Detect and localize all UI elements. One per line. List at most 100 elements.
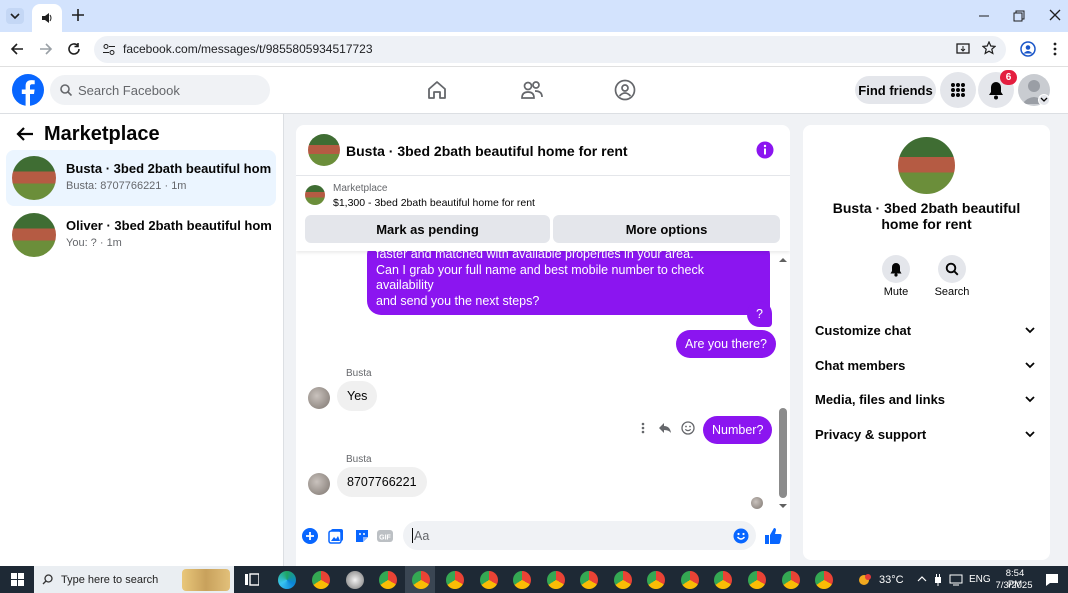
info-icon[interactable] xyxy=(756,141,774,159)
chrome-icon[interactable] xyxy=(480,571,498,589)
search-chat-icon[interactable] xyxy=(938,255,966,283)
listing-thumbnail xyxy=(12,156,56,200)
chrome-icon[interactable] xyxy=(412,571,430,589)
listing-mini-thumbnail xyxy=(305,185,325,205)
close-window-icon[interactable] xyxy=(1049,9,1061,21)
profile-icon[interactable] xyxy=(1020,41,1036,57)
media-files-links-section[interactable]: Media, files and links xyxy=(815,392,1037,412)
chrome-icon[interactable] xyxy=(547,571,565,589)
photo-icon[interactable] xyxy=(328,528,344,544)
chat-avatar[interactable] xyxy=(308,134,340,166)
more-actions-icon[interactable] xyxy=(641,422,645,434)
account-chevron-down-icon[interactable] xyxy=(1038,94,1050,106)
sticker-icon[interactable] xyxy=(354,528,370,544)
site-settings-icon[interactable] xyxy=(102,43,116,56)
chrome-icon[interactable] xyxy=(647,571,665,589)
chrome-icon[interactable] xyxy=(446,571,464,589)
chrome-icon[interactable] xyxy=(614,571,632,589)
sender-avatar[interactable] xyxy=(308,473,330,495)
chrome-icon[interactable] xyxy=(513,571,531,589)
home-icon[interactable] xyxy=(427,80,447,100)
reply-icon[interactable] xyxy=(658,422,672,434)
emoji-icon[interactable] xyxy=(733,528,749,544)
mark-as-pending-button[interactable]: Mark as pending xyxy=(305,215,550,243)
reload-icon[interactable] xyxy=(67,42,81,56)
tab-search-icon[interactable] xyxy=(6,8,24,24)
text-cursor xyxy=(412,528,413,543)
outgoing-message[interactable]: ? xyxy=(747,301,772,327)
chrome-icon[interactable] xyxy=(681,571,699,589)
tray-chevron-up-icon[interactable] xyxy=(917,575,927,582)
taskbar-search-placeholder: Type here to search xyxy=(61,574,159,586)
listing-thumbnail xyxy=(12,213,56,257)
message-scrollbar[interactable] xyxy=(776,253,790,515)
facebook-logo-icon[interactable] xyxy=(12,74,44,106)
power-plug-icon[interactable] xyxy=(933,573,943,586)
chat-title[interactable]: Busta · 3bed 2bath beautiful home for re… xyxy=(346,143,628,159)
active-tab[interactable] xyxy=(32,4,62,32)
more-options-button[interactable]: More options xyxy=(553,215,780,243)
listing-banner: Marketplace $1,300 - 3bed 2bath beautifu… xyxy=(296,176,790,251)
react-emoji-icon[interactable] xyxy=(681,421,695,435)
chrome-icon[interactable] xyxy=(714,571,732,589)
language-indicator[interactable]: ENG xyxy=(969,574,991,585)
menu-grid-icon[interactable] xyxy=(940,72,976,108)
notifications-center-icon[interactable] xyxy=(1045,573,1059,586)
clock-date[interactable]: 7/3/2025 xyxy=(994,580,1034,591)
facebook-search-input[interactable]: Search Facebook xyxy=(50,75,270,105)
find-friends-button[interactable]: Find friends xyxy=(855,76,936,104)
restore-icon[interactable] xyxy=(1013,10,1025,22)
incoming-message[interactable]: 8707766221 xyxy=(337,467,427,497)
outgoing-message[interactable]: faster and matched with available proper… xyxy=(367,251,770,315)
taskbar-search-box[interactable]: Type here to search xyxy=(34,566,234,593)
sender-avatar[interactable] xyxy=(308,387,330,409)
address-bar-row: facebook.com/messages/t/9855805934517723 xyxy=(0,32,1068,67)
mute-bell-icon[interactable] xyxy=(882,255,910,283)
chrome-icon[interactable] xyxy=(580,571,598,589)
task-view-icon[interactable] xyxy=(245,573,259,586)
privacy-support-section[interactable]: Privacy & support xyxy=(815,427,1037,447)
back-icon[interactable] xyxy=(10,42,24,56)
windows-start-icon[interactable] xyxy=(11,573,24,586)
outgoing-message[interactable]: Are you there? xyxy=(676,330,776,358)
gif-icon[interactable]: GIF xyxy=(376,528,394,544)
chrome-icon[interactable] xyxy=(815,571,833,589)
customize-chat-section[interactable]: Customize chat xyxy=(815,323,1037,343)
minimize-icon[interactable] xyxy=(978,10,990,22)
like-thumbs-up-icon[interactable] xyxy=(764,527,782,545)
chrome-icon[interactable] xyxy=(312,571,330,589)
search-placeholder: Search Facebook xyxy=(78,83,180,98)
friends-icon[interactable] xyxy=(521,80,543,100)
incoming-message[interactable]: Yes xyxy=(337,381,378,411)
details-avatar[interactable] xyxy=(898,137,955,194)
chrome-menu-icon[interactable] xyxy=(1053,42,1057,56)
chat-members-section[interactable]: Chat members xyxy=(815,358,1037,378)
network-icon[interactable] xyxy=(949,574,963,586)
back-arrow-icon[interactable] xyxy=(16,126,34,142)
message-input[interactable]: Aa xyxy=(403,521,756,550)
weather-temperature[interactable]: 33°C xyxy=(879,574,904,586)
add-attachment-icon[interactable] xyxy=(302,528,318,544)
forward-icon[interactable] xyxy=(39,42,53,56)
groups-icon[interactable] xyxy=(614,79,636,101)
message-placeholder: Aa xyxy=(414,529,430,543)
weather-sun-icon[interactable] xyxy=(857,571,873,587)
new-tab-icon[interactable] xyxy=(71,8,85,22)
chrome-icon[interactable] xyxy=(748,571,766,589)
install-app-icon[interactable] xyxy=(956,42,970,56)
url-text[interactable]: facebook.com/messages/t/9855805934517723 xyxy=(123,42,373,56)
seen-avatar xyxy=(751,497,763,509)
listing-detail[interactable]: $1,300 - 3bed 2bath beautiful home for r… xyxy=(333,197,535,209)
omnibox[interactable]: facebook.com/messages/t/9855805934517723 xyxy=(94,36,1006,63)
outgoing-message[interactable]: Number? xyxy=(703,416,773,444)
chrome-icon[interactable] xyxy=(782,571,800,589)
conversation-item[interactable]: Oliver · 3bed 2bath beautiful hom... You… xyxy=(6,207,276,263)
conversation-item[interactable]: Busta · 3bed 2bath beautiful home... Bus… xyxy=(6,150,276,206)
app-icon[interactable] xyxy=(346,571,364,589)
edge-icon[interactable] xyxy=(278,571,296,589)
windows-taskbar: Type here to search 33°C ENG 8:54 PM 7/3… xyxy=(0,566,1068,593)
chrome-icon[interactable] xyxy=(379,571,397,589)
panel-title: Marketplace xyxy=(44,123,160,145)
message-list: faster and matched with available proper… xyxy=(296,251,790,515)
bookmark-star-icon[interactable] xyxy=(982,41,996,55)
